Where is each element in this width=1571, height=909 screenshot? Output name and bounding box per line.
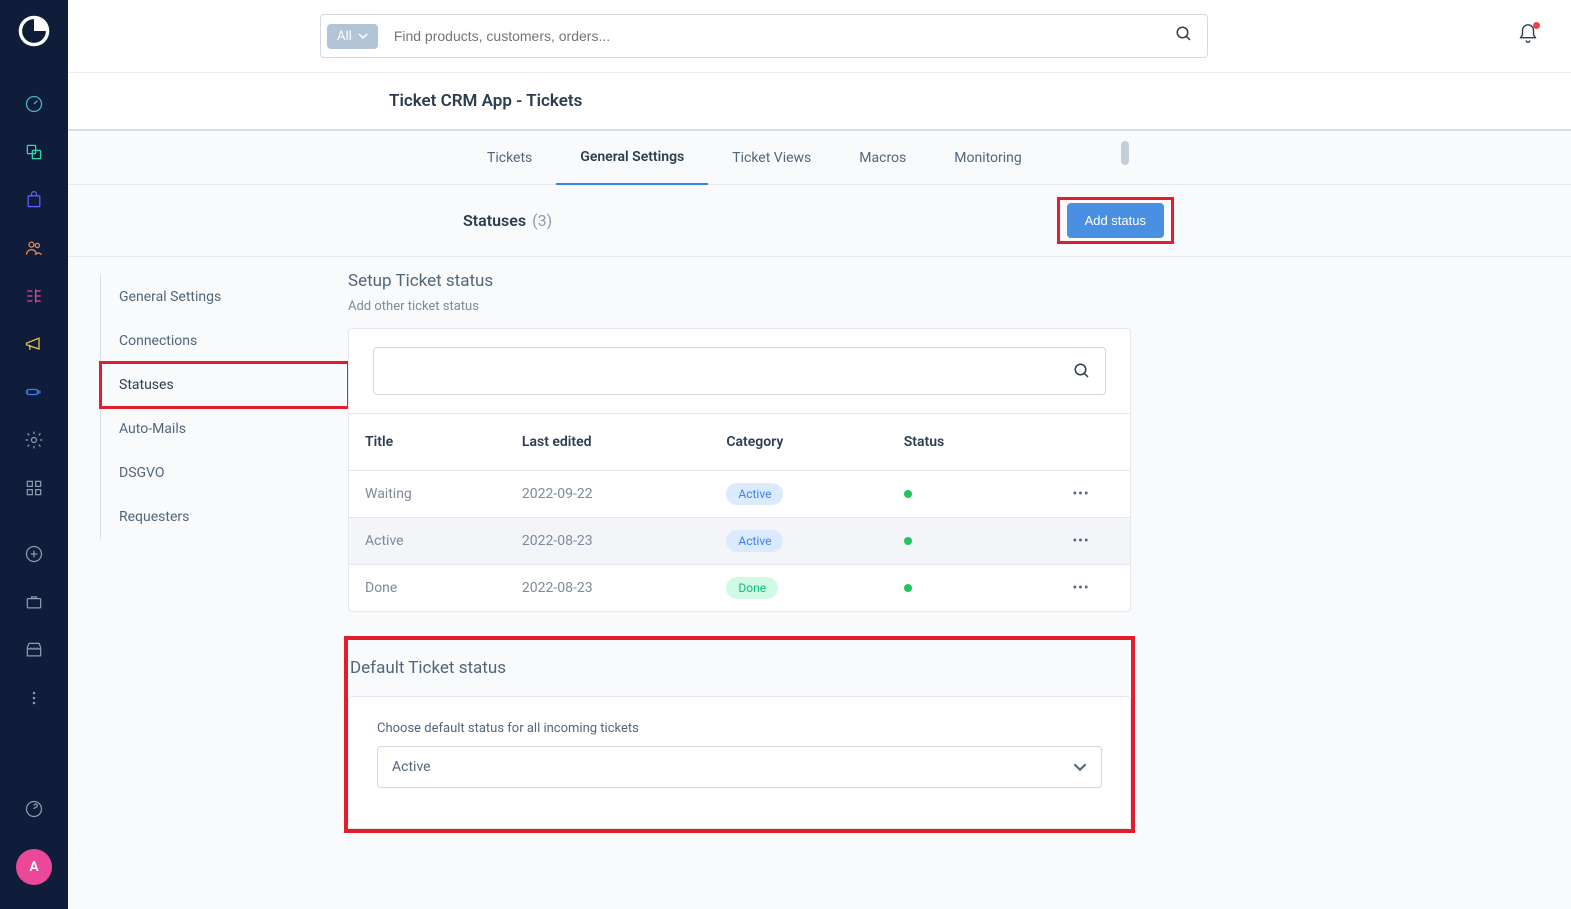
status-dot-icon: [904, 584, 912, 592]
global-search: All: [320, 14, 1208, 58]
cell-edited: 2022-09-22: [506, 471, 710, 518]
dashboard-icon[interactable]: [22, 92, 46, 116]
settings-side-nav: General SettingsConnectionsStatusesAuto-…: [68, 257, 348, 869]
default-status-title: Default Ticket status: [348, 658, 1131, 678]
cell-edited: 2022-08-23: [506, 565, 710, 612]
settings-icon[interactable]: [22, 428, 46, 452]
search-icon[interactable]: [1161, 25, 1207, 47]
more-icon[interactable]: [22, 686, 46, 710]
setup-title: Setup Ticket status: [348, 271, 1131, 291]
content-icon[interactable]: [22, 284, 46, 308]
search-input[interactable]: [384, 18, 1161, 54]
marketing-icon[interactable]: [22, 332, 46, 356]
cell-title: Active: [349, 518, 506, 565]
default-status-value: Active: [392, 759, 431, 775]
default-status-select[interactable]: Active: [377, 746, 1102, 788]
setup-subtitle: Add other ticket status: [348, 299, 1131, 314]
side-nav-general-settings[interactable]: General Settings: [101, 275, 348, 319]
topbar: All: [68, 0, 1571, 73]
catalog-icon[interactable]: [22, 140, 46, 164]
search-filter-label: All: [337, 29, 352, 44]
side-nav-auto-mails[interactable]: Auto-Mails: [101, 407, 348, 451]
cell-edited: 2022-08-23: [506, 518, 710, 565]
notifications-icon[interactable]: [1517, 23, 1539, 49]
search-filter-dropdown[interactable]: All: [327, 24, 378, 49]
apps-icon[interactable]: [22, 476, 46, 500]
store-icon[interactable]: [22, 638, 46, 662]
column-header: Category: [710, 414, 887, 471]
tab-scroll-thumb[interactable]: [1121, 141, 1129, 165]
tab-ticket-views[interactable]: Ticket Views: [708, 132, 835, 184]
default-status-label: Choose default status for all incoming t…: [377, 721, 1102, 736]
side-nav-statuses[interactable]: Statuses: [101, 363, 348, 407]
category-badge: Active: [726, 483, 783, 505]
page-title: Ticket CRM App - Tickets: [68, 73, 1571, 131]
section-header: Statuses (3) Add status: [68, 185, 1571, 257]
category-badge: Active: [726, 530, 783, 552]
column-header: [1032, 414, 1130, 471]
table-search-input[interactable]: [373, 347, 1106, 395]
side-nav-dsgvo[interactable]: DSGVO: [101, 451, 348, 495]
status-table: TitleLast editedCategoryStatus Waiting20…: [349, 413, 1130, 611]
cell-status: [888, 518, 1032, 565]
add-status-button[interactable]: Add status: [1067, 203, 1164, 238]
briefcase-icon[interactable]: [22, 590, 46, 614]
chevron-down-icon: [1073, 760, 1087, 774]
tab-macros[interactable]: Macros: [835, 132, 930, 184]
section-count: (3): [532, 211, 552, 230]
status-dot-icon: [904, 537, 912, 545]
chevron-down-icon: [358, 31, 368, 41]
table-row[interactable]: Active2022-08-23Active•••: [349, 518, 1130, 565]
cell-title: Waiting: [349, 471, 506, 518]
add-icon[interactable]: [22, 542, 46, 566]
tab-general-settings[interactable]: General Settings: [556, 131, 708, 185]
column-header: Last edited: [506, 414, 710, 471]
tab-bar: TicketsGeneral SettingsTicket ViewsMacro…: [68, 131, 1571, 185]
tab-monitoring[interactable]: Monitoring: [930, 132, 1046, 184]
user-avatar[interactable]: A: [16, 849, 52, 885]
table-row[interactable]: Waiting2022-09-22 Active •••: [349, 471, 1130, 518]
cell-title: Done: [349, 565, 506, 612]
table-row[interactable]: Done2022-08-23Done•••: [349, 565, 1130, 612]
cell-category: Done: [710, 565, 887, 612]
row-actions-menu[interactable]: •••: [1032, 518, 1130, 565]
column-header: Title: [349, 414, 506, 471]
app-logo: [17, 14, 51, 48]
section-title: Statuses: [463, 211, 526, 230]
column-header: Status: [888, 414, 1032, 471]
status-table-card: TitleLast editedCategoryStatus Waiting20…: [348, 328, 1131, 612]
search-icon: [1073, 362, 1091, 384]
side-nav-requesters[interactable]: Requesters: [101, 495, 348, 539]
orders-icon[interactable]: [22, 188, 46, 212]
status-dot-icon: [904, 490, 912, 498]
cell-category: Active: [710, 471, 887, 518]
cell-status: [888, 471, 1032, 518]
default-status-card: Choose default status for all incoming t…: [348, 696, 1131, 829]
category-badge: Done: [726, 577, 778, 599]
help-icon[interactable]: [22, 797, 46, 821]
main-sidebar: A: [0, 0, 68, 909]
row-actions-menu[interactable]: •••: [1032, 565, 1130, 612]
side-nav-connections[interactable]: Connections: [101, 319, 348, 363]
tab-tickets[interactable]: Tickets: [463, 132, 556, 184]
row-actions-menu[interactable]: •••: [1032, 471, 1130, 518]
customers-icon[interactable]: [22, 236, 46, 260]
extensions-icon[interactable]: [22, 380, 46, 404]
cell-status: [888, 565, 1032, 612]
cell-category: Active: [710, 518, 887, 565]
